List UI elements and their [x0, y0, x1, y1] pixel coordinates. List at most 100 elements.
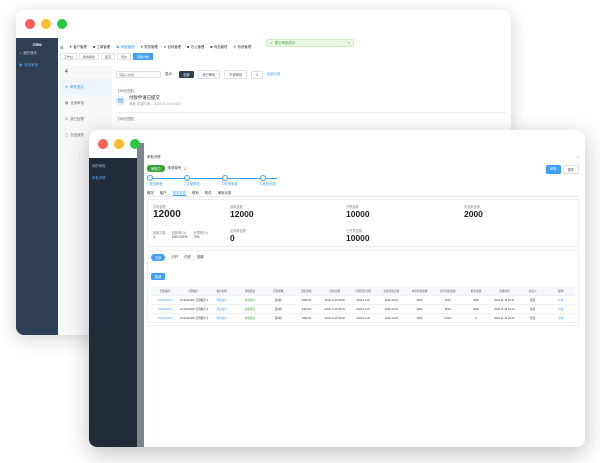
list-item[interactable]: 【审批提醒】 ▤ 付款申请已提交 审批 发起时间：2023-11-15 14:0…	[116, 89, 507, 114]
doc-icon: ■	[92, 44, 95, 49]
column-header[interactable]: 操作	[546, 287, 575, 296]
table-cell: 2023-11-15	[377, 295, 406, 305]
sub-tab-opened[interactable]: 已开	[171, 255, 178, 259]
table-cell[interactable]: HK2023003	[151, 313, 180, 323]
nav-label: 目标管理	[167, 44, 181, 49]
sidebar-item-approval[interactable]: 我的审批	[89, 158, 137, 174]
close-icon[interactable]: ×	[577, 154, 579, 159]
sub-tab-all[interactable]: 全部	[151, 254, 166, 261]
more-button[interactable]: 更多	[562, 165, 579, 174]
table-cell[interactable]: 测试客户	[207, 295, 236, 305]
column-header[interactable]: 回款编号	[151, 287, 180, 296]
column-header[interactable]: 合同编号	[179, 287, 208, 296]
sidebar-item-approval[interactable]: ▦ 我的审批	[16, 59, 58, 71]
tab-attachment[interactable]: 附件	[205, 191, 212, 196]
nav-label: 商品管理	[213, 44, 228, 49]
tab-basic[interactable]: 基本信息	[172, 191, 187, 196]
table-cell[interactable]: 详情	[546, 313, 575, 323]
column-header[interactable]: 回款日期	[320, 287, 349, 296]
approval-list: 显示： 全部 我已审批 不需审批 4 全部已读 【审批提醒】 ▤ 付款申请已提交…	[116, 70, 507, 122]
table-cell[interactable]: 测试客户	[207, 313, 236, 323]
table-row[interactable]: HK2023002HT20231115 合同编号 001测试客户审批通过第2期4…	[151, 304, 575, 314]
table-cell[interactable]: 详情	[546, 304, 575, 314]
table-cell[interactable]: 测试客户	[207, 304, 236, 314]
menu-icon[interactable]: ☰	[60, 45, 64, 50]
column-header[interactable]: 实际回款日期	[377, 287, 406, 296]
nav-office[interactable]: ■ 办公管理	[187, 45, 204, 49]
sub-menu-label: 我已处理	[70, 117, 84, 122]
table-cell: 8000	[461, 295, 491, 305]
table-row[interactable]: HK2023001HT20231115 合同编号 001测试客户审批通过第1期4…	[151, 295, 575, 305]
step-dot	[260, 175, 266, 181]
tab-record[interactable]: 审批记录	[218, 191, 232, 196]
table-row[interactable]: HK2023003HT20231115 合同编号 001测试客户审批通过第3期4…	[151, 313, 575, 323]
sub-tab-payment[interactable]: 回款	[197, 255, 204, 259]
stat-unreceived: 未回款金额 2000	[464, 204, 483, 219]
nav-finance[interactable]: ● 财务管理	[141, 45, 158, 49]
brand-logo: CRM	[32, 42, 42, 47]
search-input[interactable]	[116, 71, 161, 78]
user-icon: ●	[69, 44, 72, 49]
step-dot	[147, 175, 153, 181]
close-dot[interactable]	[25, 19, 35, 29]
sub-menu-item-all[interactable]: ▤ 全部审批	[60, 95, 112, 111]
stat-value: 10000	[346, 233, 370, 243]
nav-system[interactable]: ⚲ 系统管理	[233, 45, 251, 49]
tag-item[interactable]: 工作台	[60, 53, 78, 60]
list-item[interactable]: 【审批提醒】	[116, 117, 507, 121]
tag-item[interactable]: 首页	[101, 53, 116, 60]
tag-item-active[interactable]: 审批详情	[133, 53, 154, 60]
tab-overview[interactable]: 概况	[147, 191, 154, 196]
minimize-dot[interactable]	[114, 139, 124, 149]
column-header[interactable]: 回款金额	[292, 287, 321, 296]
sidebar-item-home[interactable]: ⌂ 我的首页	[16, 47, 58, 59]
table-cell: 2023-11-18	[348, 313, 378, 323]
step-label: ③财务审批	[221, 182, 238, 186]
approval-icon: ▤	[116, 96, 125, 106]
tab-customer[interactable]: 客户	[160, 191, 167, 196]
minimize-dot[interactable]	[41, 19, 51, 29]
column-header[interactable]: 计划回款日期	[348, 287, 378, 296]
table-cell: 2023-11-15 10:21	[490, 295, 519, 305]
nav-approval[interactable]: ▣ 审批管理	[116, 45, 134, 49]
filter-no-need-button[interactable]: 不需审批	[224, 70, 248, 79]
column-header[interactable]: 累计回款金额	[433, 287, 462, 296]
column-header[interactable]: 本次回款金额	[405, 287, 434, 296]
sub-tab-received[interactable]: 已收	[184, 255, 191, 259]
table-cell[interactable]: 详情	[546, 295, 575, 305]
column-header[interactable]: 客户名称	[207, 287, 236, 296]
column-header[interactable]: 剩余金额	[461, 287, 491, 296]
sidebar-item-detail[interactable]: 审批详情	[89, 174, 137, 182]
nav-label: 财务管理	[144, 44, 158, 49]
nav-target[interactable]: ● 目标管理	[164, 45, 181, 49]
approve-button[interactable]: 审批	[546, 165, 561, 174]
tag-item[interactable]: 待办	[117, 53, 132, 60]
table-cell: 4000	[461, 304, 491, 314]
column-header[interactable]: 回款期数	[264, 287, 293, 296]
copy-icon[interactable]: ⧉	[184, 167, 187, 171]
filter-approved-button[interactable]: 我已审批	[197, 70, 221, 79]
nav-customer[interactable]: ● 客户管理	[70, 45, 87, 49]
sub-menu-item-submit[interactable]: ➤ 审批提交	[60, 79, 112, 96]
filter-count-button[interactable]: 4	[251, 70, 263, 79]
column-header[interactable]: 创建时间	[490, 287, 519, 296]
mark-read-link[interactable]: 全部已读	[267, 72, 281, 76]
table-cell: 2023-11-15 09:30	[320, 295, 349, 305]
payments-card: 全部 已开 已收 回款 新建 回款编号 合同编号 客户名称 审批状态 回款期数 回款金额回…	[147, 250, 579, 326]
tag-item[interactable]: 我的审批	[79, 53, 100, 60]
close-icon[interactable]: ×	[348, 41, 350, 45]
table-cell[interactable]: HK2023001	[151, 295, 180, 305]
column-header[interactable]: 负责人	[518, 287, 547, 296]
table-cell[interactable]: HK2023002	[151, 304, 180, 314]
sub-menu-head: 4	[65, 69, 68, 75]
filter-all-button[interactable]: 全部	[179, 71, 194, 78]
maximize-dot[interactable]	[130, 139, 140, 149]
nav-workorder[interactable]: ■ 工单管理	[93, 45, 110, 49]
close-dot[interactable]	[98, 139, 108, 149]
sub-menu-item-done[interactable]: ☑ 我已处理	[60, 111, 112, 127]
tab-contact[interactable]: 联系	[192, 191, 199, 196]
new-button[interactable]: 新建	[151, 273, 166, 280]
column-header[interactable]: 审批状态	[235, 287, 265, 296]
maximize-dot[interactable]	[57, 19, 67, 29]
nav-product[interactable]: ■ 商品管理	[210, 45, 227, 49]
